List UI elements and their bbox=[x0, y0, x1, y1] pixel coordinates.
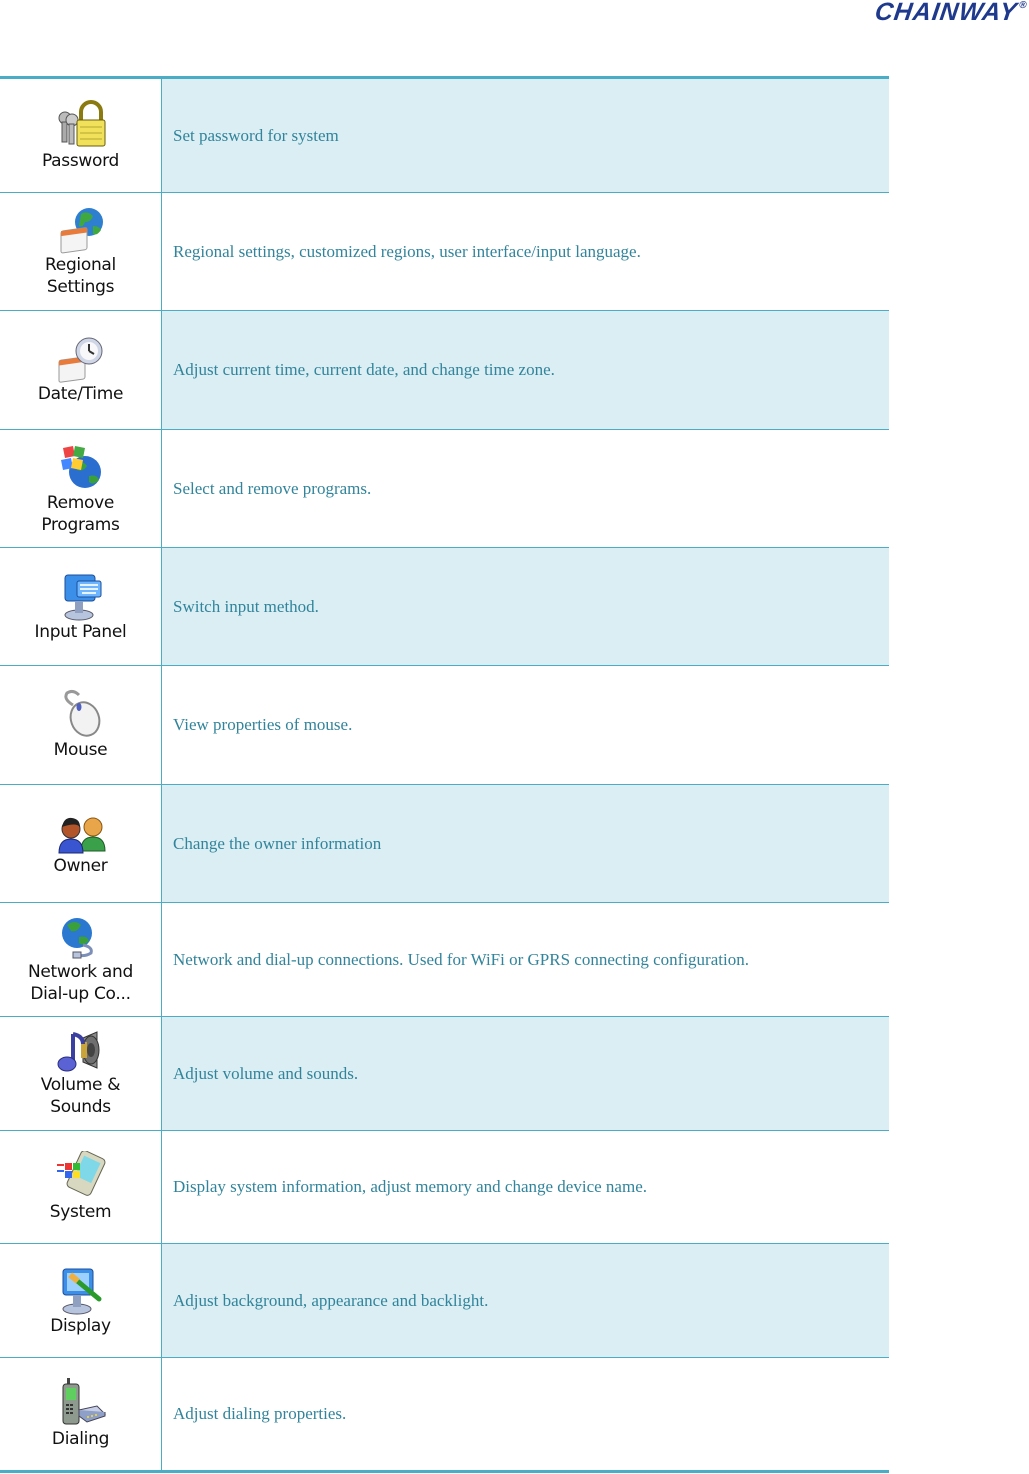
description-cell: Adjust dialing properties. bbox=[161, 1357, 889, 1472]
control-panel-item-input-panel[interactable]: Input Panel bbox=[25, 571, 137, 643]
table-row: System Display system information, adjus… bbox=[0, 1130, 889, 1244]
icon-cell: Regional Settings bbox=[0, 192, 162, 311]
input-panel-icon bbox=[64, 574, 101, 620]
description-cell: Adjust background, appearance and backli… bbox=[161, 1243, 889, 1358]
chainway-logo: CHAINWAY® bbox=[873, 0, 1029, 27]
icon-cell: Volume & Sounds bbox=[0, 1016, 162, 1131]
description-cell: Display system information, adjust memor… bbox=[161, 1130, 889, 1244]
table-row: Mouse View properties of mouse. bbox=[0, 665, 889, 785]
control-panel-table: Password Set password for system Regiona… bbox=[0, 76, 889, 1473]
remove-programs-icon bbox=[60, 445, 101, 488]
item-label: Remove Programs bbox=[41, 492, 120, 535]
item-label: Dialing bbox=[51, 1429, 110, 1449]
control-panel-item-date-time[interactable]: Date/Time bbox=[25, 335, 137, 405]
item-label: Date/Time bbox=[37, 384, 124, 404]
control-panel-item-owner[interactable]: Owner bbox=[25, 811, 137, 877]
item-label: Owner bbox=[53, 855, 108, 876]
control-panel-item-mouse[interactable]: Mouse bbox=[25, 689, 137, 761]
table-row: Input Panel Switch input method. bbox=[0, 547, 889, 666]
icon-cell: Network and Dial-up Co... bbox=[0, 902, 162, 1017]
description-cell: View properties of mouse. bbox=[161, 665, 889, 785]
volume-sounds-icon bbox=[57, 1030, 99, 1071]
item-label: Input Panel bbox=[34, 621, 127, 642]
description-cell: Adjust current time, current date, and c… bbox=[161, 310, 889, 430]
control-panel-item-regional-settings[interactable]: Regional Settings bbox=[25, 206, 137, 298]
icon-cell: Remove Programs bbox=[0, 429, 162, 548]
table-row: Password Set password for system bbox=[0, 77, 889, 193]
table-row: Remove Programs Select and remove progra… bbox=[0, 429, 889, 548]
dialing-icon bbox=[62, 1378, 106, 1425]
password-icon bbox=[58, 99, 105, 146]
item-label: Mouse bbox=[53, 740, 108, 760]
logo-text: CHAINWAY bbox=[873, 0, 1020, 26]
system-icon bbox=[56, 1151, 105, 1196]
table-row: Volume & Sounds Adjust volume and sounds… bbox=[0, 1016, 889, 1131]
icon-cell: Date/Time bbox=[0, 310, 162, 430]
date-time-icon bbox=[58, 337, 102, 383]
icon-cell: Display bbox=[0, 1243, 162, 1358]
control-panel-item-display[interactable]: Display bbox=[25, 1265, 137, 1337]
control-panel-item-network[interactable]: Network and Dial-up Co... bbox=[25, 915, 137, 1005]
table-row: Date/Time Adjust current time, current d… bbox=[0, 310, 889, 430]
icon-cell: Input Panel bbox=[0, 547, 162, 666]
icon-cell: Owner bbox=[0, 784, 162, 903]
table-row: Dialing Adjust dialing properties. bbox=[0, 1357, 889, 1472]
table-row: Regional Settings Regional settings, cus… bbox=[0, 192, 889, 311]
description-cell: Adjust volume and sounds. bbox=[161, 1016, 889, 1131]
table-row: Display Adjust background, appearance an… bbox=[0, 1243, 889, 1358]
owner-icon bbox=[57, 817, 106, 853]
table-row: Owner Change the owner information bbox=[0, 784, 889, 903]
item-label: System bbox=[49, 1202, 112, 1222]
description-cell: Switch input method. bbox=[161, 547, 889, 666]
network-icon bbox=[61, 917, 93, 958]
description-cell: Change the owner information bbox=[161, 784, 889, 903]
description-cell: Regional settings, customized regions, u… bbox=[161, 192, 889, 311]
display-icon bbox=[62, 1268, 101, 1314]
item-label: Display bbox=[50, 1315, 111, 1336]
regional-settings-icon bbox=[60, 207, 103, 253]
control-panel-item-remove-programs[interactable]: Remove Programs bbox=[25, 442, 137, 536]
item-label: Password bbox=[41, 150, 119, 171]
item-label: Network and Dial-up Co... bbox=[27, 961, 134, 1004]
mouse-icon bbox=[63, 689, 100, 737]
registered-mark: ® bbox=[1018, 0, 1029, 11]
table-row: Network and Dial-up Co... Network and di… bbox=[0, 902, 889, 1017]
item-label: Volume & Sounds bbox=[40, 1074, 121, 1117]
description-cell: Network and dial-up connections. Used fo… bbox=[161, 902, 889, 1017]
icon-cell: Password bbox=[0, 77, 162, 193]
control-panel-item-system[interactable]: System bbox=[25, 1151, 137, 1223]
icon-cell: Mouse bbox=[0, 665, 162, 785]
control-panel-item-password[interactable]: Password bbox=[25, 99, 137, 172]
icon-cell: System bbox=[0, 1130, 162, 1244]
control-panel-item-volume-sounds[interactable]: Volume & Sounds bbox=[25, 1030, 137, 1118]
control-panel-item-dialing[interactable]: Dialing bbox=[25, 1378, 137, 1450]
item-label: Regional Settings bbox=[45, 254, 116, 297]
description-cell: Set password for system bbox=[161, 77, 889, 193]
icon-cell: Dialing bbox=[0, 1357, 162, 1472]
description-cell: Select and remove programs. bbox=[161, 429, 889, 548]
